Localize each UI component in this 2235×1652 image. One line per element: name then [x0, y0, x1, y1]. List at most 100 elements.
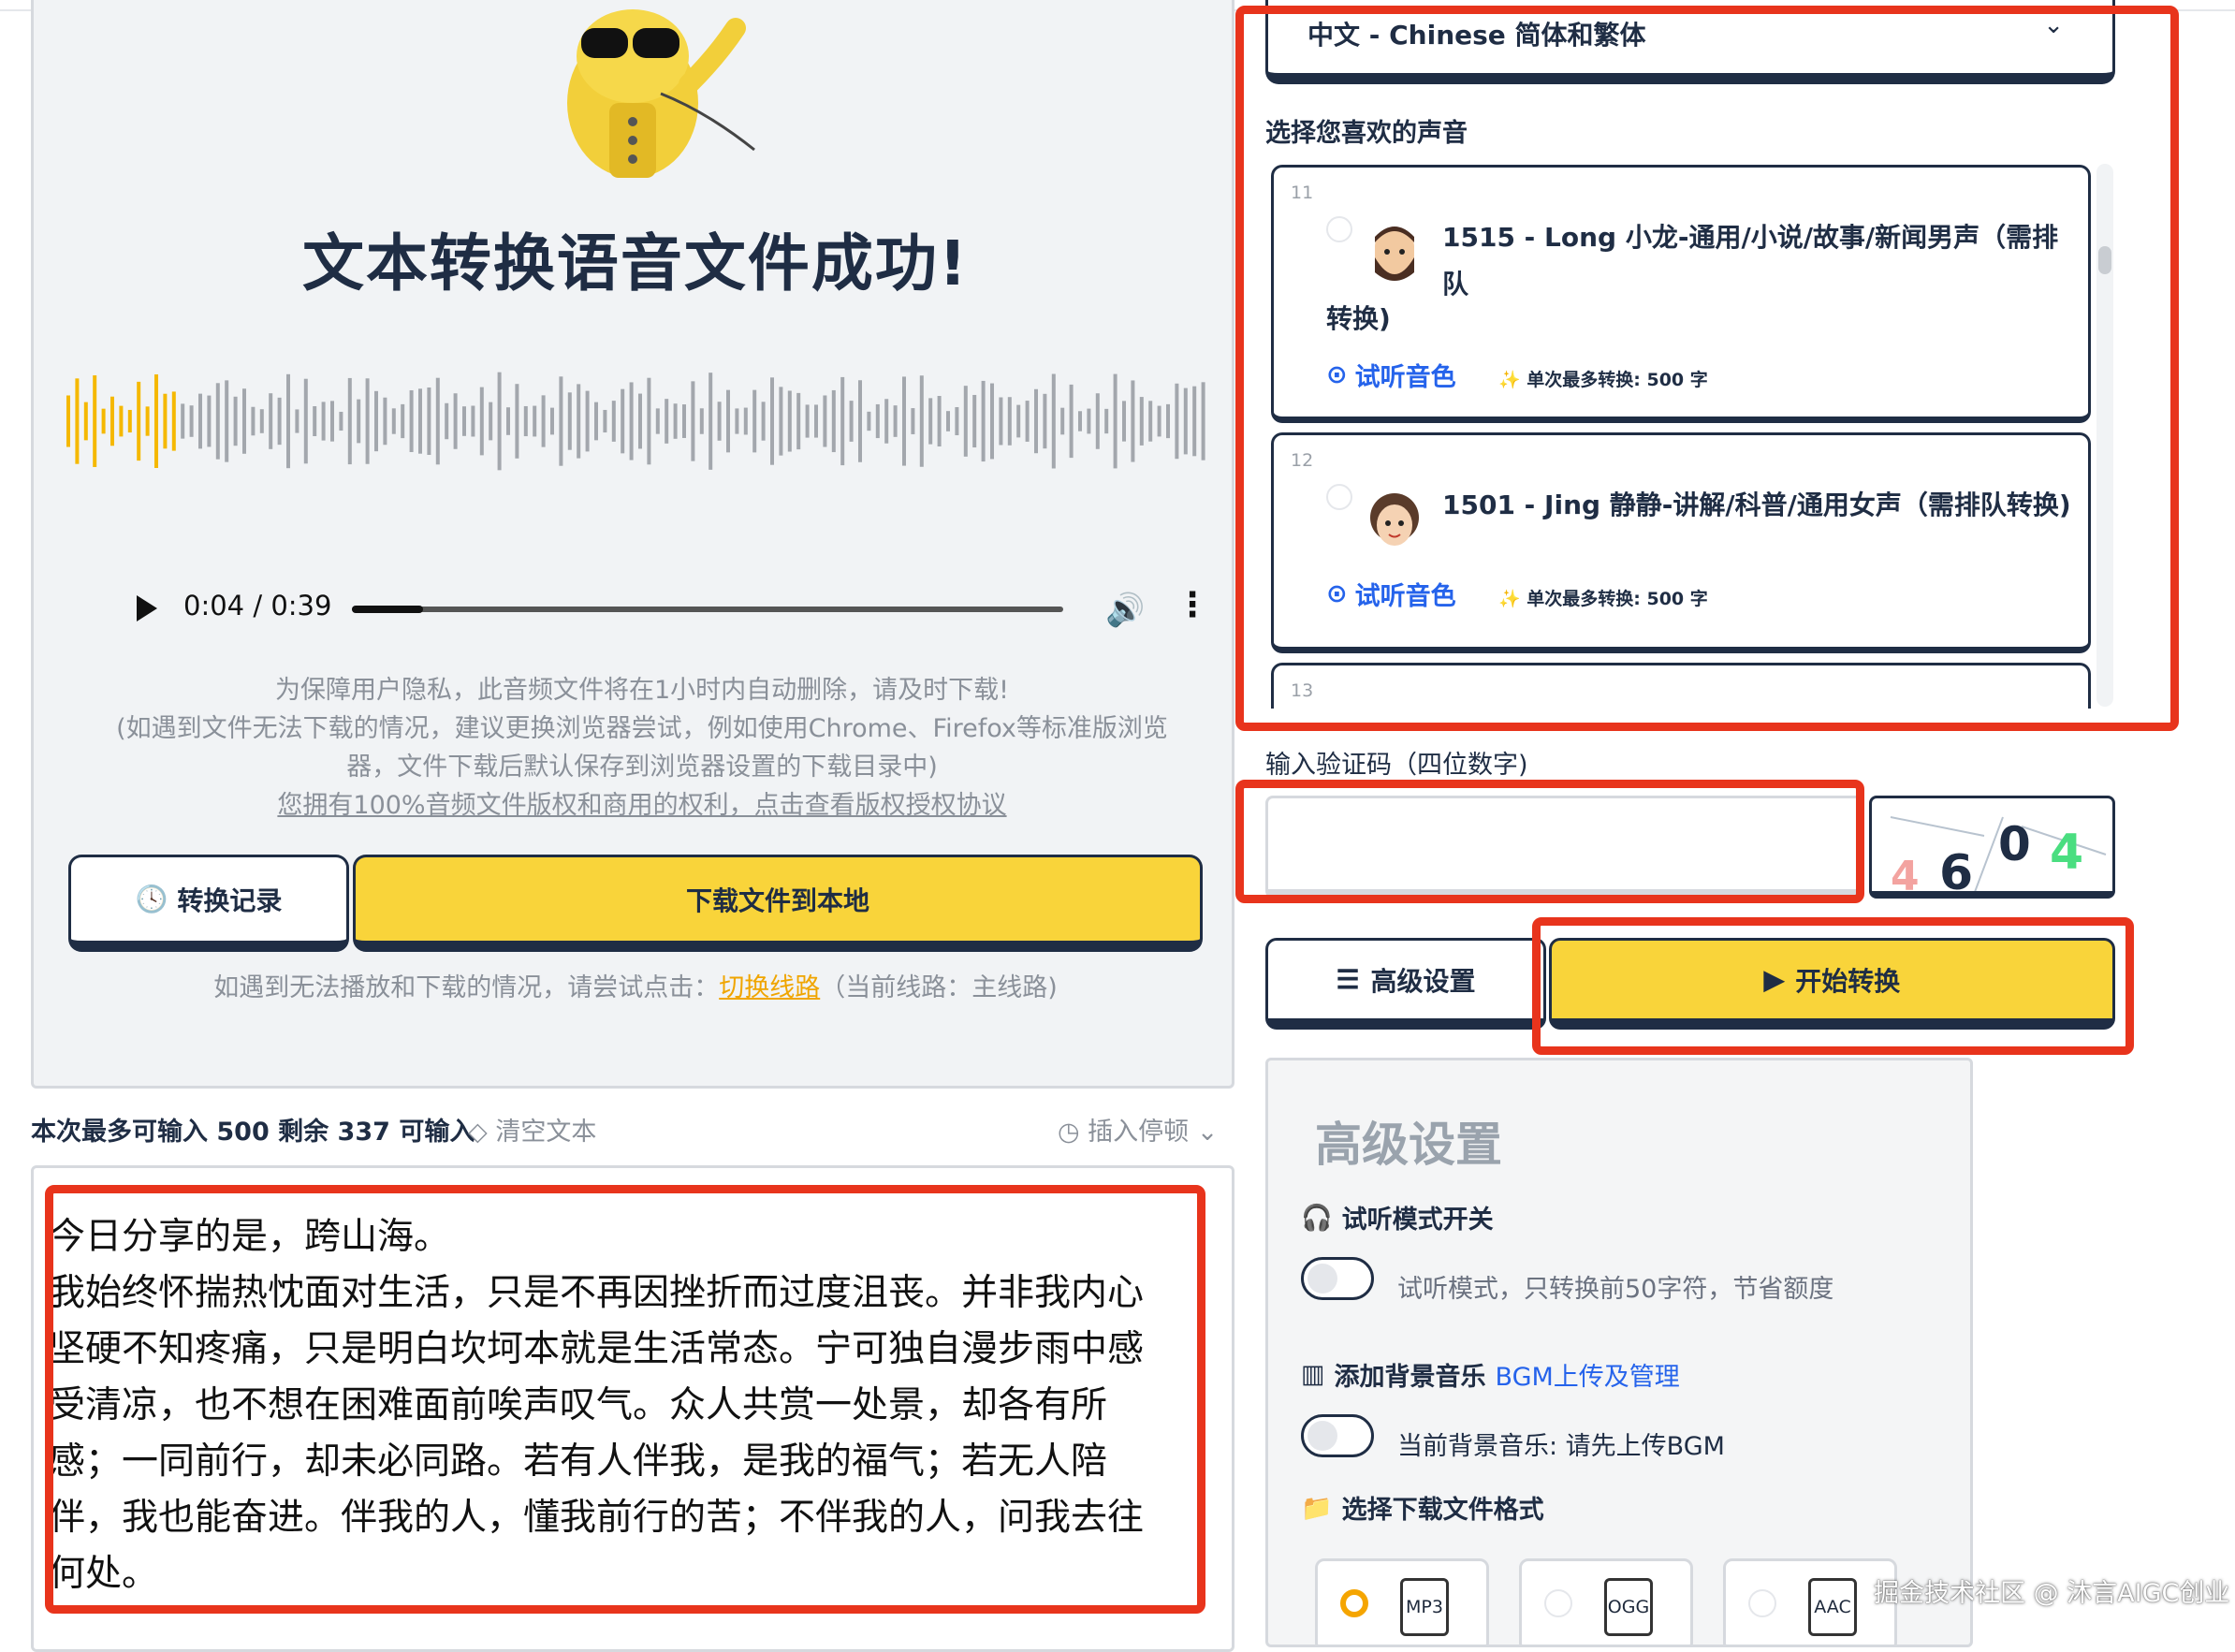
waveform-bar — [101, 408, 106, 434]
format-option-ogg[interactable]: OGG — [1519, 1558, 1693, 1645]
waveform-bar — [585, 390, 590, 452]
chevron-down-icon: ⌄ — [1196, 1118, 1219, 1147]
waveform-bar — [1104, 408, 1109, 434]
waveform-bar — [1069, 384, 1074, 459]
waveform-bar — [1157, 405, 1161, 437]
waveform-bar — [1122, 401, 1126, 442]
waveform-bar — [621, 388, 625, 454]
insert-pause-button[interactable]: ◷ 插入停顿 ⌄ — [1058, 1111, 1218, 1148]
waveform-bar — [867, 411, 871, 431]
captcha-digit: 6 — [1939, 845, 1974, 899]
waveform-bar — [717, 402, 722, 441]
download-button[interactable]: 下载文件到本地 — [353, 855, 1203, 952]
ogg-file-icon: OGG — [1604, 1578, 1653, 1636]
timer-icon: ◷ — [1058, 1118, 1080, 1147]
waveform-bar — [418, 388, 422, 454]
more-options-icon[interactable]: ⋮ — [1176, 586, 1209, 624]
waveform-bar — [181, 403, 185, 439]
download-hint-line1: (如遇到文件无法下载的情况，建议更换浏览器尝试，例如使用Chrome、Firef… — [116, 714, 1168, 743]
license-link[interactable]: 您拥有100%音频文件版权和商用的权利，点击查看版权授权协议 — [90, 786, 1194, 825]
insert-pause-label: 插入停顿 — [1088, 1118, 1190, 1147]
history-button[interactable]: 🕓 转换记录 — [68, 855, 349, 952]
waveform-bar — [884, 399, 889, 444]
waveform-bar — [655, 408, 660, 434]
waveform-bar — [409, 389, 414, 453]
mascot-image — [567, 9, 755, 178]
format-option-mp3[interactable]: MP3 — [1315, 1558, 1489, 1645]
volume-icon[interactable]: 🔊 — [1105, 592, 1145, 629]
audio-seek-bar[interactable] — [352, 606, 1063, 613]
waveform-bar — [1201, 382, 1205, 461]
waveform-bar — [321, 402, 326, 441]
waveform-bar — [928, 398, 933, 445]
clear-text-button[interactable]: ◇ 清空文本 — [468, 1111, 596, 1148]
waveform-bar — [831, 389, 836, 453]
waveform-bar — [207, 395, 212, 447]
switch-line-link[interactable]: 切换线路 — [719, 973, 820, 1002]
waveform-bar — [1034, 388, 1038, 454]
waveform-bar — [427, 387, 431, 456]
waveform-bar — [541, 395, 546, 447]
waveform-bar — [242, 388, 246, 454]
waveform-bar — [594, 402, 598, 441]
waveform-bar — [330, 401, 334, 442]
bgm-toggle[interactable] — [1301, 1414, 1374, 1457]
waveform-bar — [946, 411, 950, 431]
waveform-bar — [259, 409, 264, 433]
waveform-bar — [682, 404, 686, 438]
waveform-bar — [497, 372, 502, 471]
audio-waveform — [66, 372, 1205, 471]
waveform-bar — [955, 406, 959, 436]
waveform-bar — [391, 408, 396, 434]
history-button-label: 转换记录 — [177, 885, 283, 915]
sliders-icon: ☰ — [1336, 965, 1360, 994]
waveform-bar — [796, 392, 801, 450]
bgm-manage-link[interactable]: BGM上传及管理 — [1496, 1356, 1680, 1393]
waveform-bar — [286, 373, 290, 469]
waveform-bar — [145, 406, 150, 436]
preview-mode-toggle[interactable] — [1301, 1257, 1374, 1300]
format-label: 选择下载文件格式 — [1341, 1496, 1544, 1525]
waveform-bar — [1148, 401, 1153, 442]
waveform-bar — [858, 380, 862, 462]
waveform-bar — [611, 401, 616, 442]
switch-line-prefix: 如遇到无法播放和下载的情况，请尝试点击： — [213, 973, 720, 1002]
waveform-bar — [277, 397, 282, 446]
waveform-bar — [374, 390, 378, 452]
waveform-bar — [295, 409, 299, 433]
advanced-settings-button[interactable]: ☰ 高级设置 — [1265, 938, 1546, 1030]
format-radio[interactable] — [1544, 1589, 1572, 1617]
waveform-bar — [225, 380, 229, 462]
format-radio[interactable] — [1748, 1589, 1776, 1617]
waveform-bar — [963, 386, 968, 457]
waveform-bar — [435, 377, 440, 465]
waveform-bar — [665, 399, 669, 444]
play-icon[interactable] — [137, 595, 157, 621]
waveform-bar — [1078, 411, 1082, 431]
waveform-bar — [1007, 397, 1012, 446]
waveform-bar — [198, 393, 202, 449]
waveform-bar — [840, 376, 845, 466]
format-option-aac[interactable]: AAC — [1723, 1558, 1897, 1645]
captcha-image[interactable]: 4 6 0 4 — [1869, 796, 2115, 899]
waveform-bar — [770, 377, 774, 465]
waveform-bar — [743, 407, 748, 435]
waveform-bar — [1175, 383, 1179, 460]
folder-icon: 📁 — [1301, 1493, 1333, 1523]
captcha-digit: 4 — [1891, 853, 1920, 899]
audio-time: 0:04 / 0:39 — [183, 590, 332, 621]
waveform-bar — [93, 375, 97, 467]
waveform-bar — [779, 387, 783, 456]
waveform-bar — [1087, 408, 1091, 434]
waveform-bar — [752, 389, 757, 453]
format-radio[interactable] — [1340, 1589, 1368, 1617]
waveform-bar — [990, 383, 994, 460]
captcha-digit: 4 — [2050, 825, 2084, 881]
waveform-bar — [339, 411, 343, 431]
waveform-bar — [515, 384, 519, 459]
waveform-bar — [154, 374, 158, 468]
waveform-bar — [849, 401, 854, 442]
waveform-bar — [735, 408, 739, 434]
waveform-bar — [127, 409, 132, 433]
switch-line-hint: 如遇到无法播放和下载的情况，请尝试点击：切换线路（当前线路：主线路) — [34, 967, 1237, 1003]
